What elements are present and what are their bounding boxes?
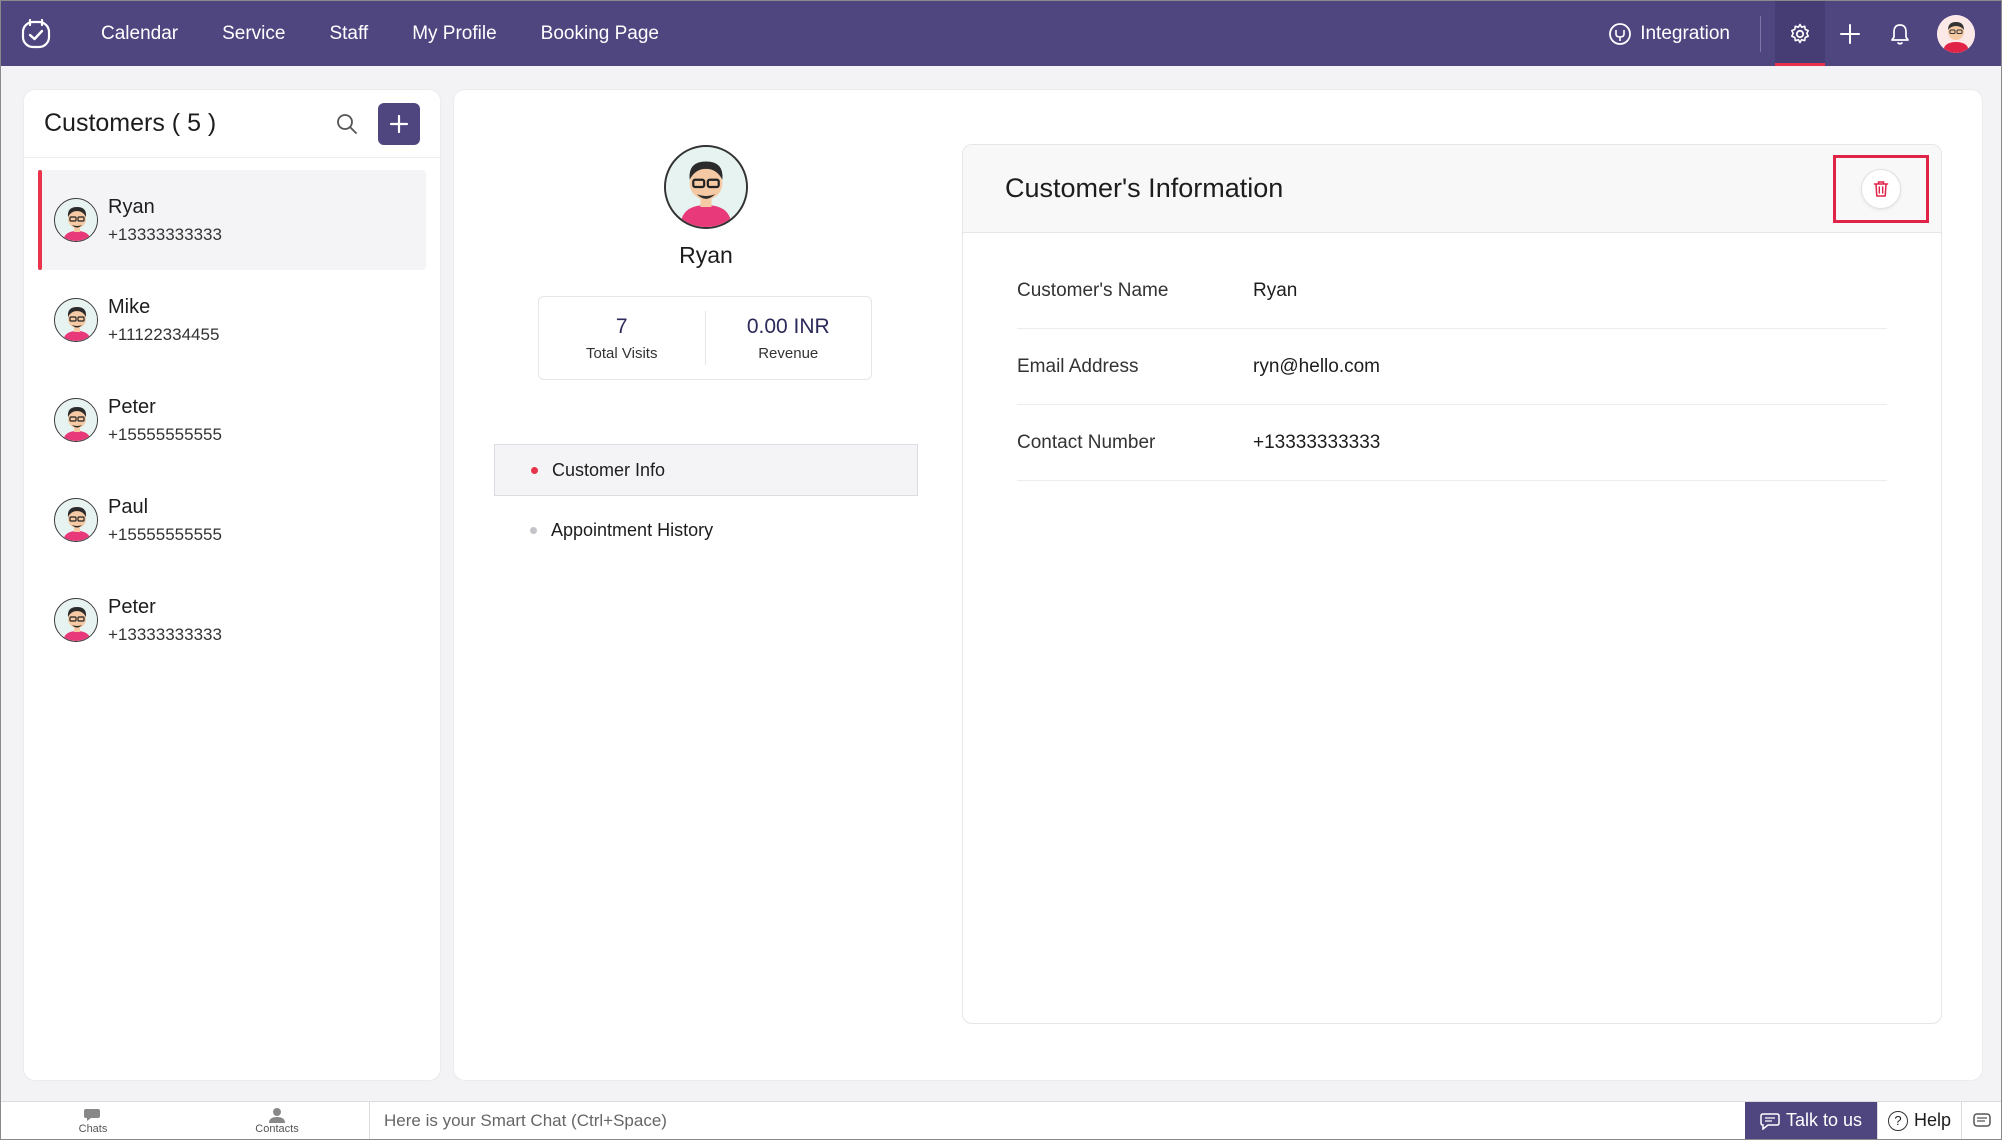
talk-label: Talk to us xyxy=(1785,1110,1863,1130)
customer-name: Paul xyxy=(108,495,149,518)
bottom-bar: Chats Contacts Here is your Smart Chat (… xyxy=(1,1101,2001,1139)
menu-label: Appointment History xyxy=(551,519,714,540)
customers-title: Customers ( 5 ) xyxy=(44,109,217,137)
stat-revenue: 0.00 INR Revenue xyxy=(704,311,872,365)
info-row-email: Email Address ryn@hello.com xyxy=(1017,329,1887,405)
nav-my-profile[interactable]: My Profile xyxy=(412,23,496,45)
extra-chat-button[interactable] xyxy=(1961,1102,2001,1139)
nav-calendar[interactable]: Calendar xyxy=(101,23,178,45)
info-value: ryn@hello.com xyxy=(1253,355,1380,377)
customer-phone: +11122334455 xyxy=(108,324,220,344)
info-value: +13333333333 xyxy=(1253,431,1381,453)
gear-icon xyxy=(1791,23,1809,43)
info-row-name: Customer's Name Ryan xyxy=(1017,253,1887,329)
integration-button[interactable]: Integration xyxy=(1608,22,1730,46)
customer-name: Ryan xyxy=(108,195,155,218)
info-card-body: Customer's Name Ryan Email Address ryn@h… xyxy=(963,233,1941,481)
menu-customer-info[interactable]: Customer Info xyxy=(494,444,918,496)
customer-list-item[interactable]: Ryan +13333333333 xyxy=(38,170,426,270)
customer-avatar xyxy=(54,398,98,442)
search-icon xyxy=(337,113,357,134)
integration-label: Integration xyxy=(1640,22,1730,44)
customer-list-item[interactable]: Peter +13333333333 xyxy=(38,570,426,670)
top-right-actions: Integration xyxy=(1608,1,2001,66)
customer-phone: +15555555555 xyxy=(108,524,222,544)
profile-menu: Customer Info Appointment History xyxy=(494,444,918,564)
help-label: Help xyxy=(1913,1110,1952,1130)
customer-name: Peter xyxy=(108,395,156,418)
smart-chat-input[interactable]: Here is your Smart Chat (Ctrl+Space) xyxy=(369,1102,1745,1139)
integration-icon xyxy=(1609,22,1632,45)
info-row-contact: Contact Number +13333333333 xyxy=(1017,405,1887,481)
customer-avatar xyxy=(54,598,98,642)
delete-highlight-box xyxy=(1833,155,1929,223)
add-customer-button[interactable] xyxy=(378,102,420,145)
contacts-label: Contacts xyxy=(255,1122,299,1135)
customer-avatar xyxy=(54,198,98,242)
stat-value: 7 xyxy=(615,314,628,338)
info-card-title: Customer's Information xyxy=(1005,173,1284,203)
inactive-dot-icon xyxy=(530,526,537,534)
talk-to-us-button[interactable]: Talk to us xyxy=(1745,1102,1877,1139)
contacts-tab[interactable]: Contacts xyxy=(185,1102,369,1139)
search-button[interactable] xyxy=(332,109,362,139)
customer-detail-panel: Ryan 7 Total Visits 0.00 INR Revenue Cus… xyxy=(453,89,1983,1081)
help-icon: ? xyxy=(1887,1110,1908,1131)
customer-phone: +15555555555 xyxy=(108,424,222,444)
info-card-header: Customer's Information xyxy=(963,145,1941,233)
profile-name: Ryan xyxy=(679,242,733,268)
menu-appointment-history[interactable]: Appointment History xyxy=(494,504,918,556)
customers-panel: Customers ( 5 ) Ryan +13333333333 Mike +… xyxy=(23,89,441,1081)
help-button[interactable]: ? Help xyxy=(1877,1102,1961,1139)
notifications-button[interactable] xyxy=(1875,1,1925,66)
stat-label: Total Visits xyxy=(586,344,658,362)
customer-phone: +13333333333 xyxy=(108,224,222,244)
add-button[interactable] xyxy=(1825,1,1875,66)
trash-icon xyxy=(1873,181,1889,197)
menu-label: Customer Info xyxy=(552,459,666,480)
customer-name: Peter xyxy=(108,595,156,618)
user-avatar[interactable] xyxy=(1937,14,1975,53)
customer-stats: 7 Total Visits 0.00 INR Revenue xyxy=(538,296,872,380)
profile-avatar xyxy=(664,145,748,229)
info-key: Customer's Name xyxy=(1017,279,1169,301)
delete-customer-button[interactable] xyxy=(1861,169,1901,209)
customer-name: Mike xyxy=(108,295,151,318)
chat-bubble-icon xyxy=(84,1108,100,1121)
customers-header: Customers ( 5 ) xyxy=(24,90,440,158)
chat-window-icon xyxy=(1972,1112,1991,1127)
active-dot-icon xyxy=(531,466,538,474)
customer-list: Ryan +13333333333 Mike +11122334455 Pete… xyxy=(24,158,440,670)
chats-tab[interactable]: Chats xyxy=(1,1102,185,1139)
stat-value: 0.00 INR xyxy=(746,314,830,338)
info-key: Email Address xyxy=(1017,355,1139,377)
plus-icon xyxy=(1840,23,1860,44)
plus-icon xyxy=(389,114,409,133)
customer-phone: +13333333333 xyxy=(108,624,222,644)
info-value: Ryan xyxy=(1253,279,1298,301)
chat-icon xyxy=(1760,1112,1780,1130)
chats-label: Chats xyxy=(78,1122,108,1135)
bell-icon xyxy=(1891,23,1909,45)
nav-staff[interactable]: Staff xyxy=(329,23,368,45)
app-logo-icon[interactable] xyxy=(15,13,57,55)
customer-info-card: Customer's Information Customer's Name R… xyxy=(962,144,1942,1024)
customer-list-item[interactable]: Paul +15555555555 xyxy=(38,470,426,570)
stat-total-visits: 7 Total Visits xyxy=(539,297,705,379)
info-key: Contact Number xyxy=(1017,431,1156,453)
stat-label: Revenue xyxy=(758,344,819,362)
nav-service[interactable]: Service xyxy=(222,23,285,45)
customer-list-item[interactable]: Mike +11122334455 xyxy=(38,270,426,370)
settings-button[interactable] xyxy=(1775,1,1825,66)
divider xyxy=(1760,15,1761,52)
customer-avatar xyxy=(54,498,98,542)
nav-booking-page[interactable]: Booking Page xyxy=(541,23,659,45)
contact-person-icon xyxy=(269,1107,285,1123)
main-nav: Calendar Service Staff My Profile Bookin… xyxy=(101,1,703,66)
customer-avatar xyxy=(54,298,98,342)
customer-list-item[interactable]: Peter +15555555555 xyxy=(38,370,426,470)
top-navigation-bar: Calendar Service Staff My Profile Bookin… xyxy=(1,1,2001,66)
